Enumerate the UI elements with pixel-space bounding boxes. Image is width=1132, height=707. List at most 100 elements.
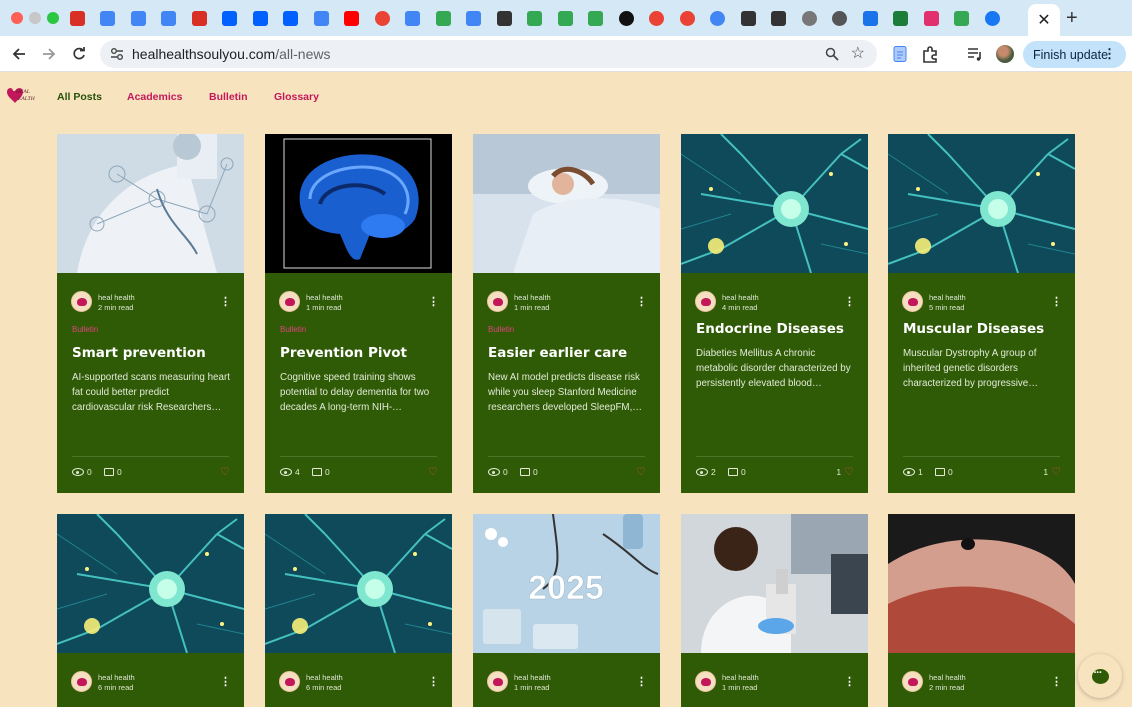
maximize-window-button[interactable] xyxy=(47,12,59,24)
comments-count[interactable]: 0 xyxy=(520,467,538,477)
browser-tab[interactable] xyxy=(276,8,307,28)
browser-tab[interactable] xyxy=(886,8,917,28)
site-logo[interactable]: HEAL EALTH xyxy=(5,85,39,105)
browser-tab[interactable] xyxy=(733,8,764,28)
post-image[interactable]: 2025 xyxy=(473,514,660,653)
more-actions-icon[interactable]: ⋮ xyxy=(844,297,855,308)
post-card[interactable]: heal health 4 min read ⋮ Endocrine Diseases… xyxy=(681,134,868,493)
author-name[interactable]: heal health xyxy=(306,293,343,302)
more-actions-icon[interactable]: ⋮ xyxy=(636,297,647,308)
browser-tab[interactable] xyxy=(215,8,246,28)
like-button[interactable]: ♡ xyxy=(425,465,438,478)
post-category[interactable]: Bulletin xyxy=(72,325,98,334)
like-button[interactable]: 1 ♡ xyxy=(836,465,854,478)
extensions-puzzle-icon[interactable] xyxy=(921,45,939,63)
more-actions-icon[interactable]: ⋮ xyxy=(220,297,231,308)
post-card[interactable]: heal health 1 min read ⋮ Bulletin Easier ear… xyxy=(473,134,660,493)
post-card[interactable]: heal health 1 min read ⋮ Bulletin Prevention… xyxy=(265,134,452,493)
author-name[interactable]: heal health xyxy=(929,293,966,302)
post-card[interactable]: heal health 2 min read ⋮ Bulletin Smart prev… xyxy=(57,134,244,493)
post-image[interactable] xyxy=(57,514,244,653)
post-title[interactable]: Prevention Pivot xyxy=(280,345,440,361)
browser-tab[interactable] xyxy=(398,8,429,28)
author-name[interactable]: heal health xyxy=(722,673,759,682)
nav-glossary[interactable]: Glossary xyxy=(274,91,319,103)
post-image[interactable] xyxy=(265,134,452,273)
author-name[interactable]: heal health xyxy=(98,293,135,302)
author-avatar[interactable] xyxy=(71,291,92,312)
browser-tab[interactable] xyxy=(306,8,337,28)
author-avatar[interactable] xyxy=(902,671,923,692)
post-image[interactable] xyxy=(265,514,452,653)
author-avatar[interactable] xyxy=(487,291,508,312)
nav-academics[interactable]: Academics xyxy=(127,91,182,103)
more-actions-icon[interactable]: ⋮ xyxy=(1051,677,1062,688)
post-image[interactable] xyxy=(57,134,244,273)
minimize-window-button[interactable] xyxy=(29,12,41,24)
profile-avatar[interactable] xyxy=(996,45,1014,63)
author-name[interactable]: heal health xyxy=(306,673,343,682)
post-image[interactable] xyxy=(681,134,868,273)
post-card[interactable]: heal health 1 min read ⋮ xyxy=(681,514,868,707)
author-name[interactable]: heal health xyxy=(722,293,759,302)
like-button[interactable]: 1 ♡ xyxy=(1043,465,1061,478)
back-button[interactable] xyxy=(8,43,30,65)
browser-tab[interactable] xyxy=(367,8,398,28)
post-card[interactable]: heal health 6 min read ⋮ xyxy=(57,514,244,707)
post-card[interactable]: heal health 6 min read ⋮ xyxy=(265,514,452,707)
browser-tab[interactable] xyxy=(489,8,520,28)
zoom-icon[interactable] xyxy=(825,47,839,61)
browser-tab[interactable] xyxy=(916,8,947,28)
author-name[interactable]: heal health xyxy=(514,293,551,302)
browser-tab[interactable] xyxy=(520,8,551,28)
post-card[interactable]: heal health 2 min read ⋮ xyxy=(888,514,1075,707)
url-text[interactable]: healhealthsoulyou.com/all-news xyxy=(132,46,330,62)
media-queue-icon[interactable] xyxy=(966,45,984,63)
post-title[interactable]: Endocrine Diseases xyxy=(696,321,856,337)
more-actions-icon[interactable]: ⋮ xyxy=(1051,297,1062,308)
browser-tab[interactable] xyxy=(642,8,673,28)
browser-tab[interactable] xyxy=(825,8,856,28)
more-actions-icon[interactable]: ⋮ xyxy=(428,677,439,688)
post-category[interactable]: Bulletin xyxy=(280,325,306,334)
reload-button[interactable] xyxy=(68,43,90,65)
forward-button[interactable] xyxy=(38,43,60,65)
author-name[interactable]: heal health xyxy=(98,673,135,682)
more-actions-icon[interactable]: ⋮ xyxy=(636,677,647,688)
address-bar[interactable]: healhealthsoulyou.com/all-news ☆ xyxy=(100,40,877,68)
post-image[interactable] xyxy=(888,514,1075,653)
browser-tab[interactable] xyxy=(428,8,459,28)
post-title[interactable]: Smart prevention xyxy=(72,345,232,361)
comments-count[interactable]: 0 xyxy=(728,467,746,477)
browser-tab[interactable] xyxy=(245,8,276,28)
post-image[interactable] xyxy=(888,134,1075,273)
browser-tab[interactable] xyxy=(977,8,1008,28)
browser-tab[interactable] xyxy=(62,8,93,28)
author-avatar[interactable] xyxy=(279,291,300,312)
browser-tab[interactable] xyxy=(93,8,124,28)
author-avatar[interactable] xyxy=(71,671,92,692)
nav-bulletin[interactable]: Bulletin xyxy=(209,91,248,103)
close-window-button[interactable] xyxy=(11,12,23,24)
author-avatar[interactable] xyxy=(902,291,923,312)
browser-tab[interactable] xyxy=(184,8,215,28)
browser-tab[interactable] xyxy=(337,8,368,28)
post-image[interactable] xyxy=(473,134,660,273)
post-card[interactable]: heal health 5 min read ⋮ Muscular Diseases M… xyxy=(888,134,1075,493)
finish-update-button[interactable]: Finish update ⋮ xyxy=(1023,41,1126,68)
comments-count[interactable]: 0 xyxy=(312,467,330,477)
browser-tab[interactable] xyxy=(764,8,795,28)
more-actions-icon[interactable]: ⋮ xyxy=(428,297,439,308)
post-image[interactable] xyxy=(681,514,868,653)
site-settings-icon[interactable] xyxy=(109,46,125,62)
author-avatar[interactable] xyxy=(695,291,716,312)
like-button[interactable]: ♡ xyxy=(633,465,646,478)
browser-tab[interactable] xyxy=(581,8,612,28)
browser-tab[interactable] xyxy=(154,8,185,28)
browser-tab[interactable] xyxy=(947,8,978,28)
comments-count[interactable]: 0 xyxy=(104,467,122,477)
nav-all-posts[interactable]: All Posts xyxy=(57,91,102,103)
post-category[interactable]: Bulletin xyxy=(488,325,514,334)
browser-tab[interactable] xyxy=(672,8,703,28)
author-name[interactable]: heal health xyxy=(514,673,551,682)
